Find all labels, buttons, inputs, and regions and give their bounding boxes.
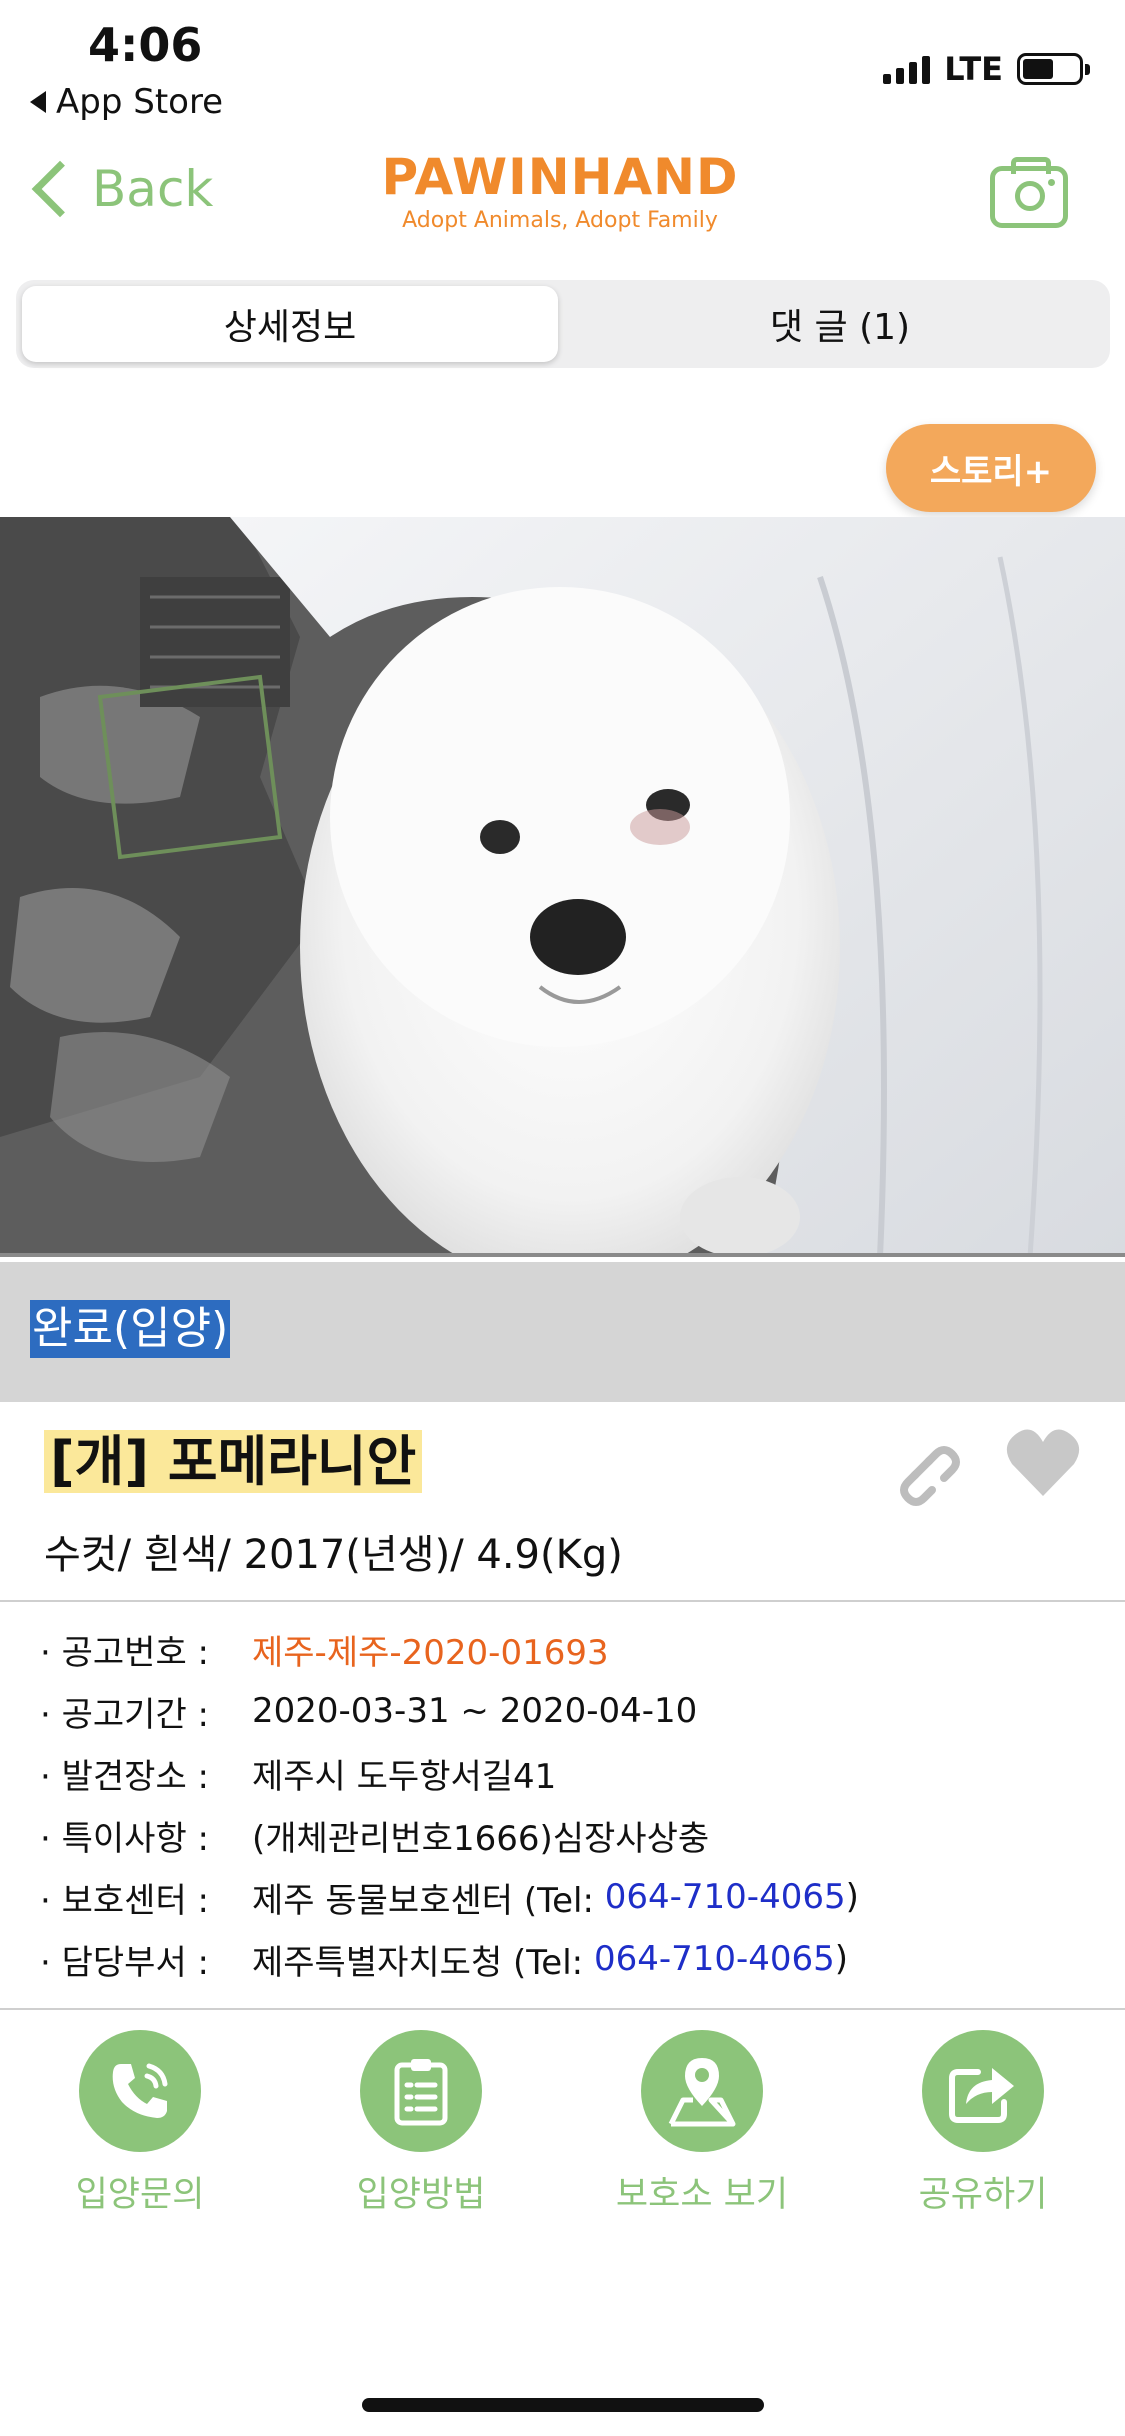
notice-period: 2020-03-31 ~ 2020-04-10 bbox=[252, 1691, 698, 1731]
adoption-status: 완료(입양) bbox=[30, 1300, 231, 1358]
action-bar: 입양문의 입양방법 보호소 보기 공유하기 bbox=[0, 2030, 1125, 2220]
detail-label: · 공고번호 : bbox=[40, 1632, 209, 1673]
app-logo: PAWINHAND Adopt Animals, Adopt Family bbox=[380, 150, 740, 233]
notice-details: · 공고번호 : 제주-제주-2020-01693 · 공고기간 : 2020-… bbox=[40, 1618, 859, 1990]
clipboard-icon bbox=[360, 2030, 482, 2152]
detail-tabs: 상세정보 댓 글 (1) bbox=[16, 280, 1110, 368]
view-shelter-button[interactable]: 보호소 보기 bbox=[582, 2030, 822, 2217]
phone-glyph bbox=[112, 2063, 168, 2118]
logo-subtitle: Adopt Animals, Adopt Family bbox=[402, 208, 718, 233]
map-pin-glyph bbox=[668, 2058, 736, 2127]
adoption-method-button[interactable]: 입양방법 bbox=[301, 2030, 541, 2217]
share-icon bbox=[922, 2030, 1044, 2152]
detail-notice-period: · 공고기간 : 2020-03-31 ~ 2020-04-10 bbox=[40, 1680, 859, 1742]
signal-icon bbox=[883, 54, 931, 84]
story-button[interactable]: 스토리+ bbox=[886, 424, 1096, 512]
special-notes: (개체관리번호1666)심장사상충 bbox=[252, 1818, 710, 1859]
tab-comments[interactable]: 댓 글 (1) bbox=[572, 286, 1108, 362]
status-indicators: LTE bbox=[883, 50, 1090, 88]
back-triangle-icon bbox=[30, 91, 46, 113]
detail-department: · 담당부서 : 제주특별자치도청 (Tel: 064-710-4065) bbox=[40, 1928, 859, 1990]
notice-number: 제주-제주-2020-01693 bbox=[252, 1632, 609, 1673]
battery-fill bbox=[1023, 59, 1053, 79]
pet-title-row: [개] 포메라니안 bbox=[44, 1428, 423, 1496]
detail-shelter: · 보호센터 : 제주 동물보호센터 (Tel: 064-710-4065) bbox=[40, 1866, 859, 1928]
share-glyph bbox=[949, 2068, 1014, 2123]
action-label: 보호소 보기 bbox=[615, 2175, 789, 2215]
share-button[interactable]: 공유하기 bbox=[863, 2030, 1103, 2217]
detail-label: · 보호센터 : bbox=[40, 1880, 209, 1921]
shelter-suffix: ) bbox=[845, 1877, 859, 1917]
status-time: 4:06 bbox=[88, 18, 203, 72]
pet-summary: 수컷/ 흰색/ 2017(년생)/ 4.9(Kg) bbox=[44, 1532, 623, 1578]
detail-label: · 특이사항 : bbox=[40, 1818, 209, 1859]
clipboard-glyph bbox=[394, 2059, 448, 2126]
detail-label: · 공고기간 : bbox=[40, 1694, 209, 1735]
chevron-left-icon bbox=[31, 160, 89, 218]
detail-notice-number: · 공고번호 : 제주-제주-2020-01693 bbox=[40, 1618, 859, 1680]
battery-icon bbox=[1017, 53, 1090, 85]
camera-flash-dot bbox=[1048, 179, 1055, 186]
divider bbox=[0, 2008, 1125, 2010]
action-label: 입양방법 bbox=[356, 2175, 486, 2215]
action-label: 입양문의 bbox=[75, 2175, 205, 2215]
back-button[interactable]: Back bbox=[26, 160, 213, 218]
network-label: LTE bbox=[944, 50, 1003, 88]
department-name: 제주특별자치도청 (Tel: bbox=[252, 1942, 594, 1983]
detail-label: · 담당부서 : bbox=[40, 1942, 209, 1983]
tab-details[interactable]: 상세정보 bbox=[22, 286, 558, 362]
pet-photo-illustration bbox=[0, 517, 1125, 1257]
camera-lens bbox=[1015, 181, 1045, 211]
action-label: 공유하기 bbox=[918, 2175, 1048, 2215]
pet-photo bbox=[0, 517, 1125, 1257]
detail-label: · 발견장소 : bbox=[40, 1756, 209, 1797]
phone-icon bbox=[79, 2030, 201, 2152]
department-suffix: ) bbox=[834, 1939, 849, 1979]
back-to-app-link[interactable]: App Store bbox=[30, 82, 223, 122]
detail-found-location: · 발견장소 : 제주시 도두항서길41 bbox=[40, 1742, 859, 1804]
divider bbox=[0, 1600, 1125, 1602]
shelter-name: 제주 동물보호센터 (Tel: bbox=[252, 1880, 605, 1921]
home-indicator[interactable] bbox=[362, 2398, 764, 2412]
back-app-label: App Store bbox=[56, 82, 224, 122]
adoption-inquiry-button[interactable]: 입양문의 bbox=[20, 2030, 260, 2217]
link-icon[interactable] bbox=[882, 1428, 962, 1508]
detail-special-notes: · 특이사항 : (개체관리번호1666)심장사상충 bbox=[40, 1804, 859, 1866]
back-label: Back bbox=[92, 160, 214, 218]
map-pin-icon bbox=[641, 2030, 763, 2152]
pet-title: [개] 포메라니안 bbox=[44, 1430, 423, 1493]
heart-icon[interactable] bbox=[1004, 1424, 1082, 1500]
logo-title: PAWINHAND bbox=[381, 148, 739, 206]
department-phone-link[interactable]: 064-710-4065 bbox=[594, 1939, 835, 1979]
found-location: 제주시 도두항서길41 bbox=[252, 1756, 557, 1797]
camera-icon[interactable] bbox=[990, 157, 1068, 228]
shelter-phone-link[interactable]: 064-710-4065 bbox=[605, 1877, 846, 1917]
